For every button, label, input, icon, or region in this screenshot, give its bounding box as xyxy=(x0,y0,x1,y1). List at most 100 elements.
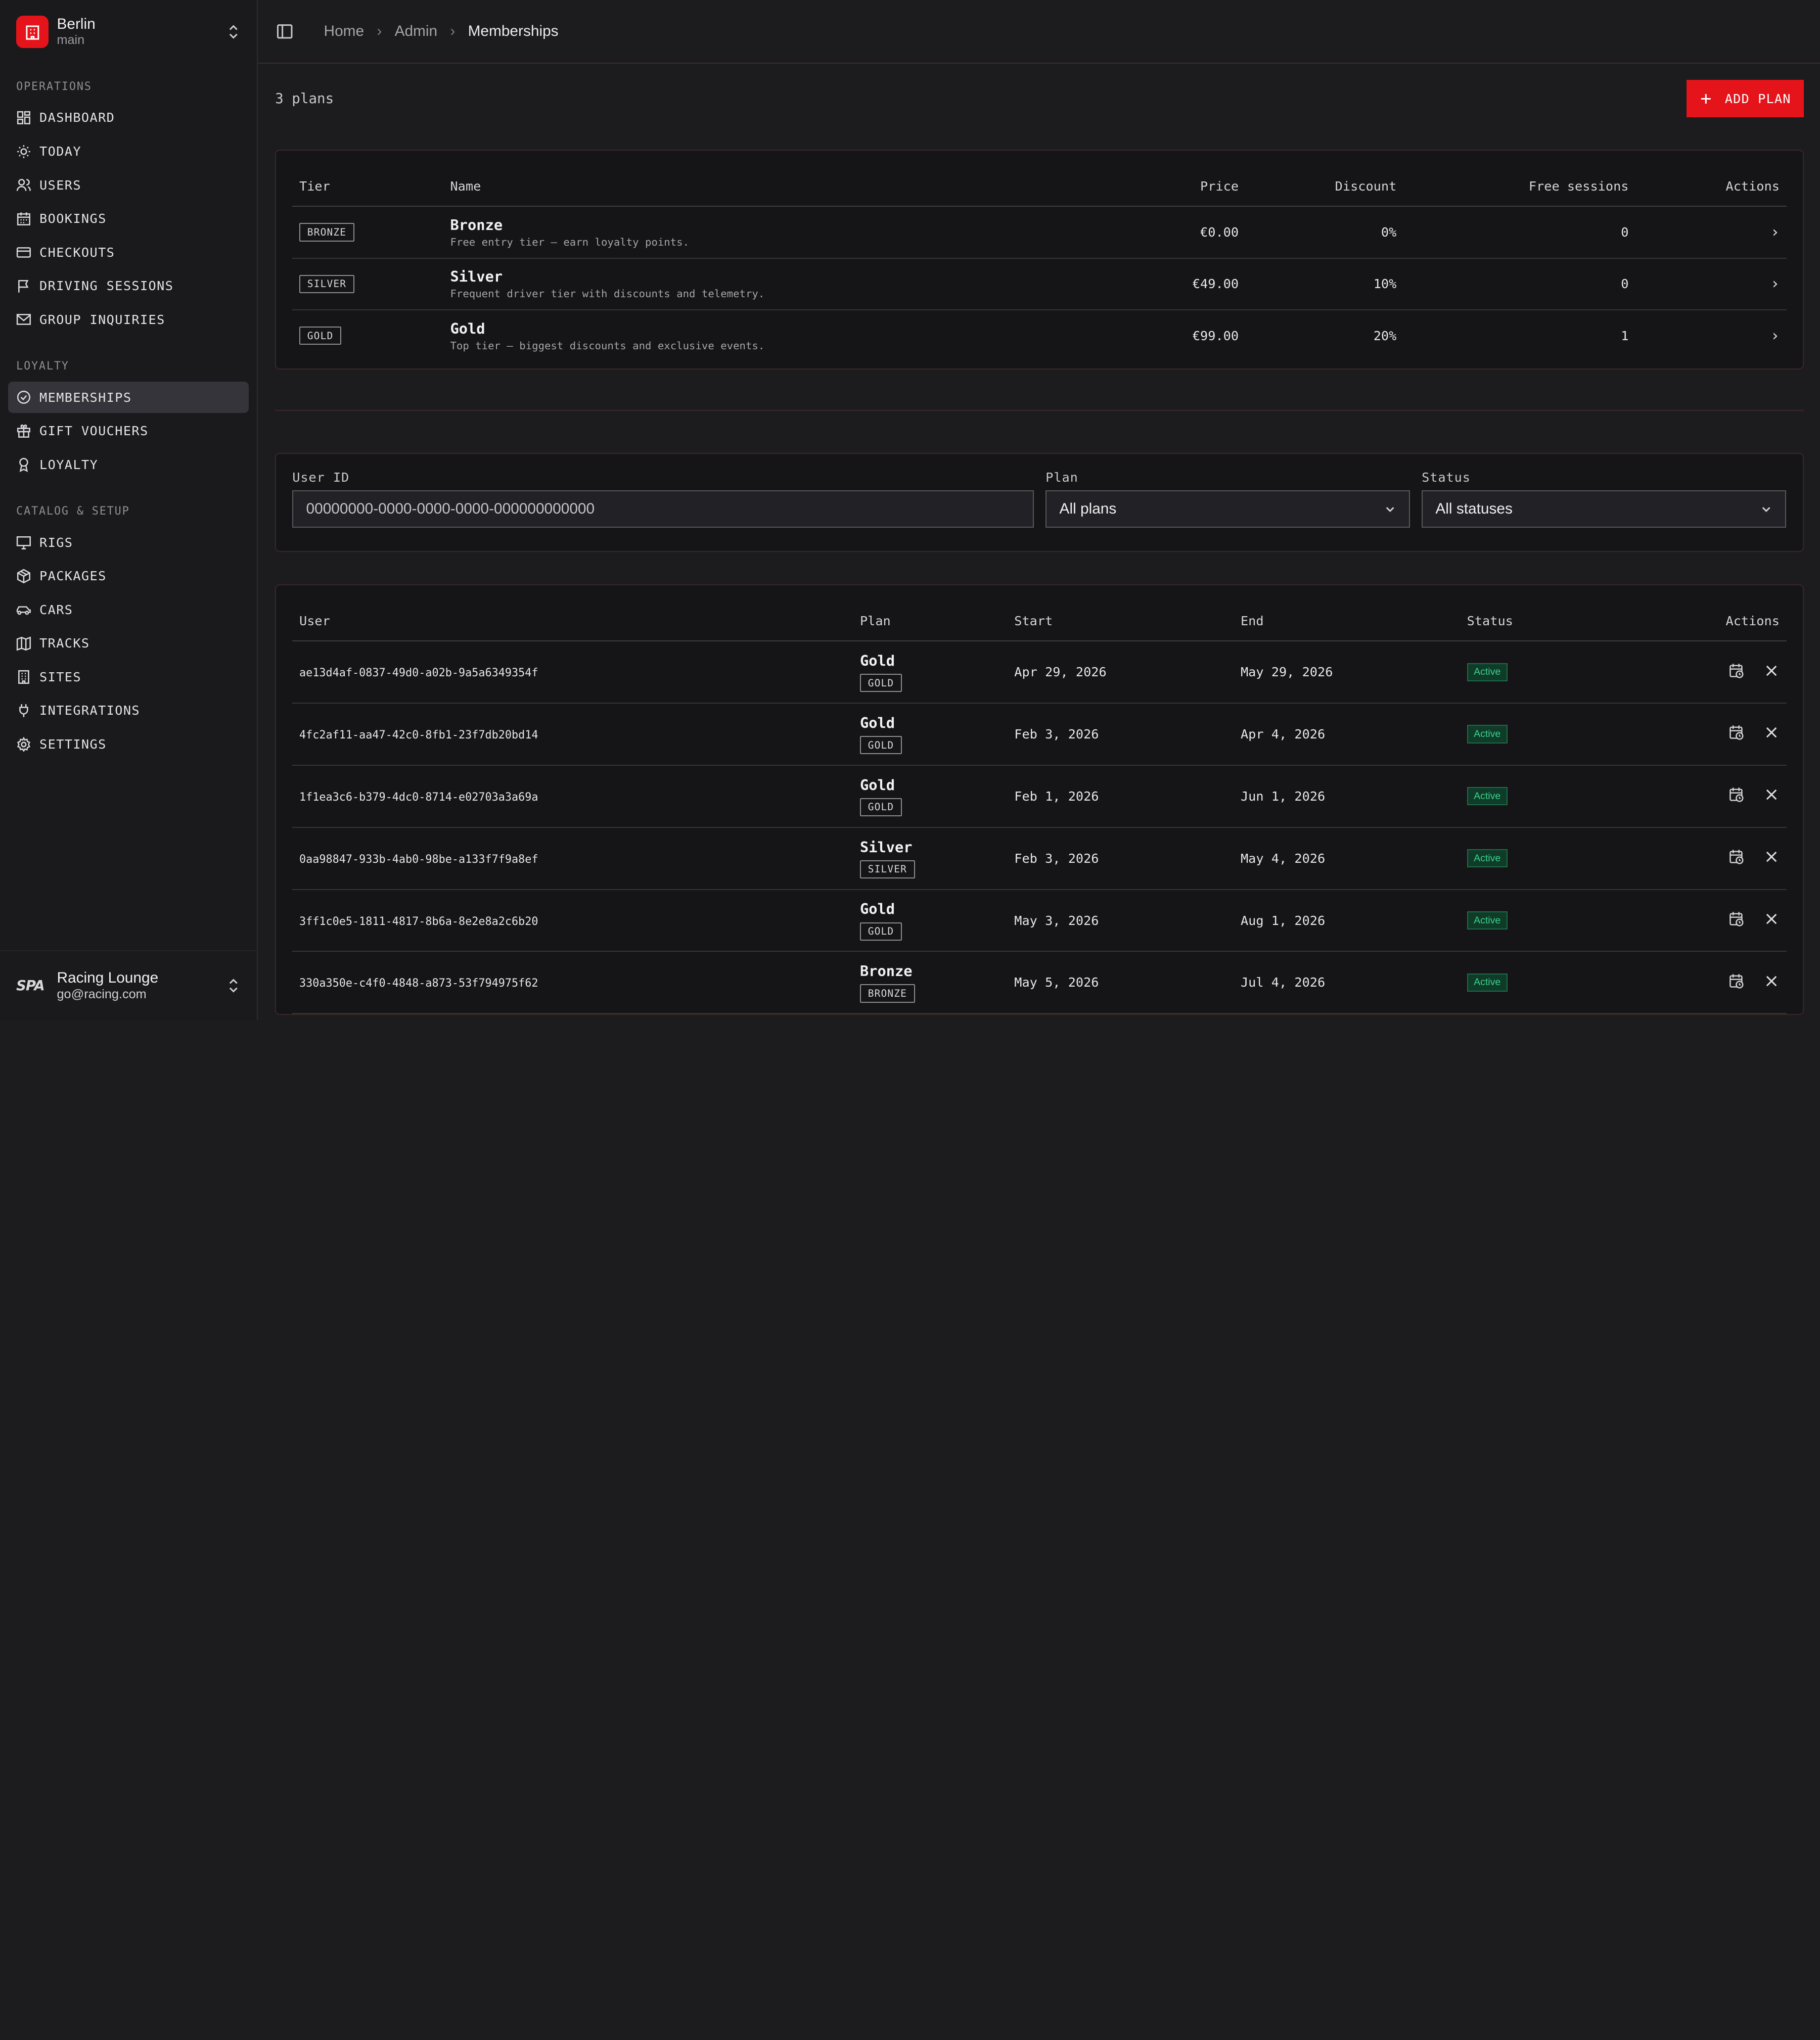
chevron-right-icon[interactable]: › xyxy=(1770,327,1780,345)
close-icon[interactable] xyxy=(1763,786,1780,803)
nav-item-bookings[interactable]: BOOKINGS xyxy=(8,203,249,235)
plan-description: Frequent driver tier with discounts and … xyxy=(450,287,765,300)
nav-label: DRIVING SESSIONS xyxy=(39,279,174,294)
calendar-clock-icon[interactable] xyxy=(1728,786,1745,803)
table-row[interactable]: 1f1ea3c6-b379-4dc0-8714-e02703a3a69a Gold… xyxy=(292,765,1787,828)
start-date: Feb 1, 2026 xyxy=(1007,765,1234,828)
user-id[interactable]: 0aa98847-933b-4ab0-98be-a133f7f9a8ef xyxy=(299,853,538,866)
table-row[interactable]: ae13d4af-0837-49d0-a02b-9a5a6349354f Gold… xyxy=(292,641,1787,704)
nav-item-settings[interactable]: SETTINGS xyxy=(8,728,249,760)
chevron-updown-icon xyxy=(229,979,238,993)
close-icon[interactable] xyxy=(1763,663,1780,679)
start-date: Feb 3, 2026 xyxy=(1007,703,1234,766)
plan-description: Free entry tier — earn loyalty points. xyxy=(450,236,690,248)
nav-item-tracks[interactable]: TRACKS xyxy=(8,628,249,659)
section-divider xyxy=(275,409,1804,411)
table-row[interactable]: SILVER Silver Frequent driver tier with … xyxy=(292,258,1787,310)
status-filter: Status All statuses xyxy=(1422,470,1787,528)
nav-item-checkouts[interactable]: CHECKOUTS xyxy=(8,237,249,268)
calendar-clock-icon[interactable] xyxy=(1728,911,1745,927)
nav-group-loyalty: LOYALTY xyxy=(16,360,69,373)
nav-item-rigs[interactable]: RIGS xyxy=(8,527,249,558)
org-switcher[interactable]: Berlin main xyxy=(0,0,257,63)
plan-label: Plan xyxy=(1045,470,1078,485)
nav-item-group-inquiries[interactable]: GROUP INQUIRIES xyxy=(8,304,249,335)
dashboard-icon xyxy=(17,111,31,124)
column-header: Tier xyxy=(292,167,443,207)
account-switcher[interactable]: SPA Racing Lounge go@racing.com xyxy=(0,950,257,1020)
add-plan-button[interactable]: + ADD PLAN xyxy=(1686,80,1804,117)
calendar-clock-icon[interactable] xyxy=(1728,663,1745,679)
end-date: May 4, 2026 xyxy=(1234,827,1460,890)
sidebar-nav: OPERATIONS DASHBOARD TODAY USERS BOOKING… xyxy=(0,63,257,950)
plan-discount: 20% xyxy=(1373,328,1397,343)
user-id[interactable]: 3ff1c0e5-1811-4817-8b6a-8e2e8a2c6b20 xyxy=(299,915,538,928)
user-id[interactable]: 330a350e-c4f0-4848-a873-53f794975f62 xyxy=(299,977,538,990)
close-icon[interactable] xyxy=(1763,911,1780,927)
end-date: Apr 4, 2026 xyxy=(1234,703,1460,766)
start-date: Apr 29, 2026 xyxy=(1007,641,1234,704)
plan-free-sessions: 0 xyxy=(1403,206,1636,259)
calendar-clock-icon[interactable] xyxy=(1728,973,1745,989)
nav-item-sites[interactable]: SITES xyxy=(8,661,249,692)
table-row[interactable]: 0aa98847-933b-4ab0-98be-a133f7f9a8ef Silv… xyxy=(292,827,1787,890)
table-row[interactable]: BRONZE Bronze Free entry tier — earn loy… xyxy=(292,206,1787,259)
nav-label: SITES xyxy=(39,669,81,684)
nav-item-today[interactable]: TODAY xyxy=(8,136,249,167)
membership-plan: Gold xyxy=(859,652,895,670)
chevron-down-icon xyxy=(1762,506,1770,512)
nav-item-gift-vouchers[interactable]: GIFT VOUCHERS xyxy=(8,415,249,447)
close-icon[interactable] xyxy=(1763,849,1780,865)
table-row[interactable]: 3ff1c0e5-1811-4817-8b6a-8e2e8a2c6b20 Gold… xyxy=(292,889,1787,952)
plug-icon xyxy=(19,704,28,717)
close-icon[interactable] xyxy=(1763,973,1780,989)
table-row[interactable]: 330a350e-c4f0-4848-a873-53f794975f62 Bron… xyxy=(292,951,1787,1014)
status-select[interactable]: All statuses xyxy=(1422,490,1787,528)
tier-badge: GOLD xyxy=(859,736,902,755)
user-id[interactable]: 4fc2af11-aa47-42c0-8fb1-23f7db20bd14 xyxy=(299,729,538,741)
chevron-right-icon[interactable]: › xyxy=(1770,275,1780,293)
memberships-table: User Plan Start End Status Actions ae13d… xyxy=(292,601,1787,1014)
membership-plan: Bronze xyxy=(859,962,913,980)
sidebar-toggle-icon[interactable] xyxy=(276,23,293,40)
status-badge: Active xyxy=(1467,663,1508,681)
account-email: go@racing.com xyxy=(57,987,147,1001)
nav-label: MEMBERSHIPS xyxy=(39,390,132,405)
table-row[interactable]: GOLD Gold Top tier — biggest discounts a… xyxy=(292,310,1786,361)
nav-item-users[interactable]: USERS xyxy=(8,169,249,201)
column-header: User xyxy=(292,601,853,642)
calendar-icon xyxy=(17,212,31,225)
user-id[interactable]: 1f1ea3c6-b379-4dc0-8714-e02703a3a69a xyxy=(299,791,538,804)
badge-check-icon xyxy=(17,391,31,404)
tier-badge: GOLD xyxy=(859,674,902,692)
start-date: Feb 3, 2026 xyxy=(1007,827,1234,890)
calendar-clock-icon[interactable] xyxy=(1728,849,1745,865)
plan-select[interactable]: All plans xyxy=(1045,490,1410,528)
user-id-input[interactable]: 00000000-0000-0000-0000-000000000000 xyxy=(292,490,1034,528)
chevron-right-icon[interactable]: › xyxy=(1770,223,1780,241)
table-row[interactable]: 4fc2af11-aa47-42c0-8fb1-23f7db20bd14 Gold… xyxy=(292,703,1787,766)
add-plan-label: ADD PLAN xyxy=(1724,91,1791,106)
user-id[interactable]: ae13d4af-0837-49d0-a02b-9a5a6349354f xyxy=(299,667,538,679)
sun-icon xyxy=(17,145,30,158)
start-date: May 3, 2026 xyxy=(1007,889,1234,952)
nav-item-cars[interactable]: CARS xyxy=(8,594,249,625)
close-icon[interactable] xyxy=(1763,724,1780,740)
membership-plan: Silver xyxy=(859,838,913,856)
breadcrumb-home[interactable]: Home xyxy=(324,23,365,40)
nav-item-loyalty[interactable]: LOYALTY xyxy=(8,449,249,480)
brand-logo: SPA xyxy=(16,978,45,994)
filters-card: User ID 00000000-0000-0000-0000-00000000… xyxy=(275,452,1804,552)
nav-item-packages[interactable]: PACKAGES xyxy=(8,561,249,592)
tier-badge: SILVER xyxy=(859,860,915,878)
nav-item-dashboard[interactable]: DASHBOARD xyxy=(8,102,249,133)
calendar-clock-icon[interactable] xyxy=(1728,724,1745,740)
nav-item-integrations[interactable]: INTEGRATIONS xyxy=(8,695,249,726)
map-icon xyxy=(16,636,31,651)
nav-item-driving-sessions[interactable]: DRIVING SESSIONS xyxy=(8,270,249,302)
nav-label: PACKAGES xyxy=(39,569,107,584)
nav-item-memberships[interactable]: MEMBERSHIPS xyxy=(8,382,249,413)
plan-price: €49.00 xyxy=(1083,258,1246,310)
nav-label: DASHBOARD xyxy=(39,110,115,125)
breadcrumb-admin[interactable]: Admin xyxy=(395,23,438,40)
